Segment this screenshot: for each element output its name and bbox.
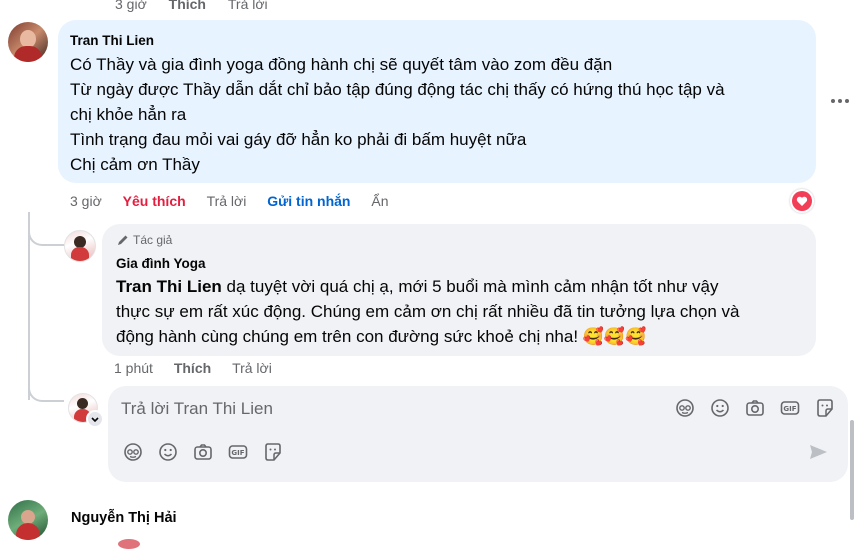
reply-link[interactable]: Trả lời [207,193,247,209]
reply-line: động hành cùng chúng em trên con đường s… [116,327,647,346]
comment-line: chị khỏe hẳn ra [70,105,187,124]
more-dots-icon[interactable] [830,93,850,109]
chevron-down-icon[interactable] [86,410,104,428]
comment-line: Chị cảm ơn Thầy [70,155,200,174]
camera-icon[interactable] [192,441,214,463]
comment-time[interactable]: 3 giờ [70,193,102,209]
thread-branch [28,378,64,402]
comment-author[interactable]: Tran Thi Lien [70,33,154,48]
reply-reply-link[interactable]: Trả lời [232,360,272,376]
reply-actions: 1 phút Thích Trả lời [114,360,272,376]
reply-author[interactable]: Gia đình Yoga [116,256,206,271]
page-avatar[interactable] [64,230,96,262]
emoji-icon[interactable] [709,397,731,419]
comment-line: Tình trạng đau mỏi vai gáy đỡ hẳn ko phả… [70,130,527,149]
gif-icon[interactable]: GIF [227,441,249,463]
sticker-icon[interactable] [814,397,836,419]
reply-bubble: Tác giả Gia đình Yoga Tran Thi Lien dạ t… [102,224,816,356]
reaction-icon [118,539,140,549]
thread-branch [28,220,64,246]
emoji-icon[interactable] [157,441,179,463]
prev-reply-link[interactable]: Trả lời [228,0,268,12]
author-badge-label: Tác giả [133,233,173,247]
reply-time[interactable]: 1 phút [114,360,153,376]
avatar-sticker-icon[interactable] [122,441,144,463]
heart-icon[interactable] [790,189,814,213]
reply-line: thực sự em rất xúc động. Chúng em cảm ơn… [116,302,740,321]
prev-comment-actions: 3 giờ Thích Trả lời [115,0,268,12]
commenter-avatar[interactable] [8,22,48,62]
comment-author[interactable]: Nguyễn Thị Hải [71,510,177,526]
hide-link[interactable]: Ẩn [371,193,388,209]
commenter-avatar[interactable] [8,500,48,540]
comment-line: Từ ngày được Thầy dẫn dắt chỉ bảo tập đú… [70,80,725,99]
sticker-icon[interactable] [262,441,284,463]
comment-actions: 3 giờ Yêu thích Trả lời Gửi tin nhắn Ẩn [70,193,389,209]
send-icon[interactable] [807,441,829,463]
prev-like-link[interactable]: Thích [169,0,206,12]
comment-text: Có Thầy và gia đình yoga đồng hành chị s… [70,52,725,177]
comment-line: Có Thầy và gia đình yoga đồng hành chị s… [70,55,613,74]
reply-composer: Trả lời Tran Thi Lien GIF GIF [108,386,848,482]
love-reaction-link[interactable]: Yêu thích [123,193,186,209]
reply-line: dạ tuyệt vời quá chị ạ, mới 5 buổi mà mì… [221,277,719,296]
avatar-sticker-icon[interactable] [674,397,696,419]
svg-text:GIF: GIF [783,405,796,413]
like-link[interactable]: Thích [174,360,211,376]
reply-text: Tran Thi Lien dạ tuyệt vời quá chị ạ, mớ… [116,274,739,349]
prev-time: 3 giờ [115,0,147,12]
author-badge: Tác giả [116,233,172,247]
gif-icon[interactable]: GIF [779,397,801,419]
svg-text:GIF: GIF [231,449,244,457]
reply-input[interactable]: Trả lời Tran Thi Lien [121,399,273,419]
send-message-link[interactable]: Gửi tin nhắn [267,193,350,209]
comment-bubble: Tran Thi Lien Có Thầy và gia đình yoga đ… [58,20,816,183]
mention-link[interactable]: Tran Thi Lien [116,277,222,296]
scrollbar[interactable] [850,420,854,520]
camera-icon[interactable] [744,397,766,419]
pencil-icon [116,233,130,247]
